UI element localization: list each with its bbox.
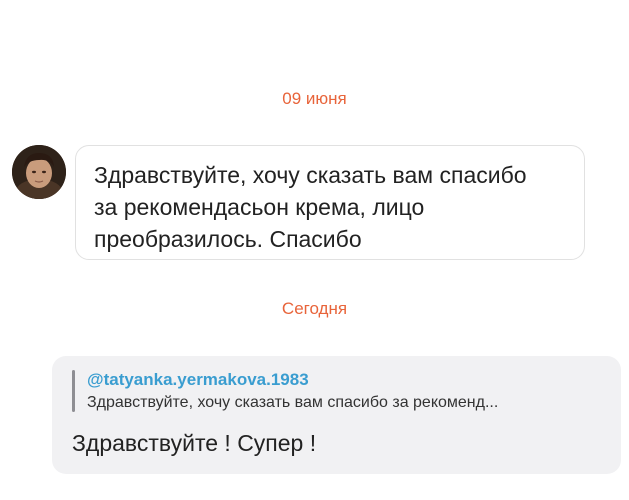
quoted-username[interactable]: @tatyanka.yermakova.1983 [87, 370, 309, 390]
date-separator-today: Сегодня [281, 299, 348, 318]
sender-avatar-icon[interactable] [12, 145, 66, 199]
date-separator: 09 июня [282, 89, 347, 108]
quote-bar [72, 370, 75, 412]
quoted-message-preview[interactable]: Здравствуйте, хочу сказать вам спасибо з… [87, 394, 498, 412]
reply-message-text: Здравствуйте ! Супер ! [72, 430, 317, 456]
incoming-message-bubble[interactable]: Здравствуйте, хочу сказать вам спасибо з… [75, 145, 585, 260]
outgoing-reply-bubble[interactable]: @tatyanka.yermakova.1983 Здравствуйте, х… [52, 356, 621, 474]
incoming-message-text: Здравствуйте, хочу сказать вам спасибо з… [94, 162, 527, 252]
